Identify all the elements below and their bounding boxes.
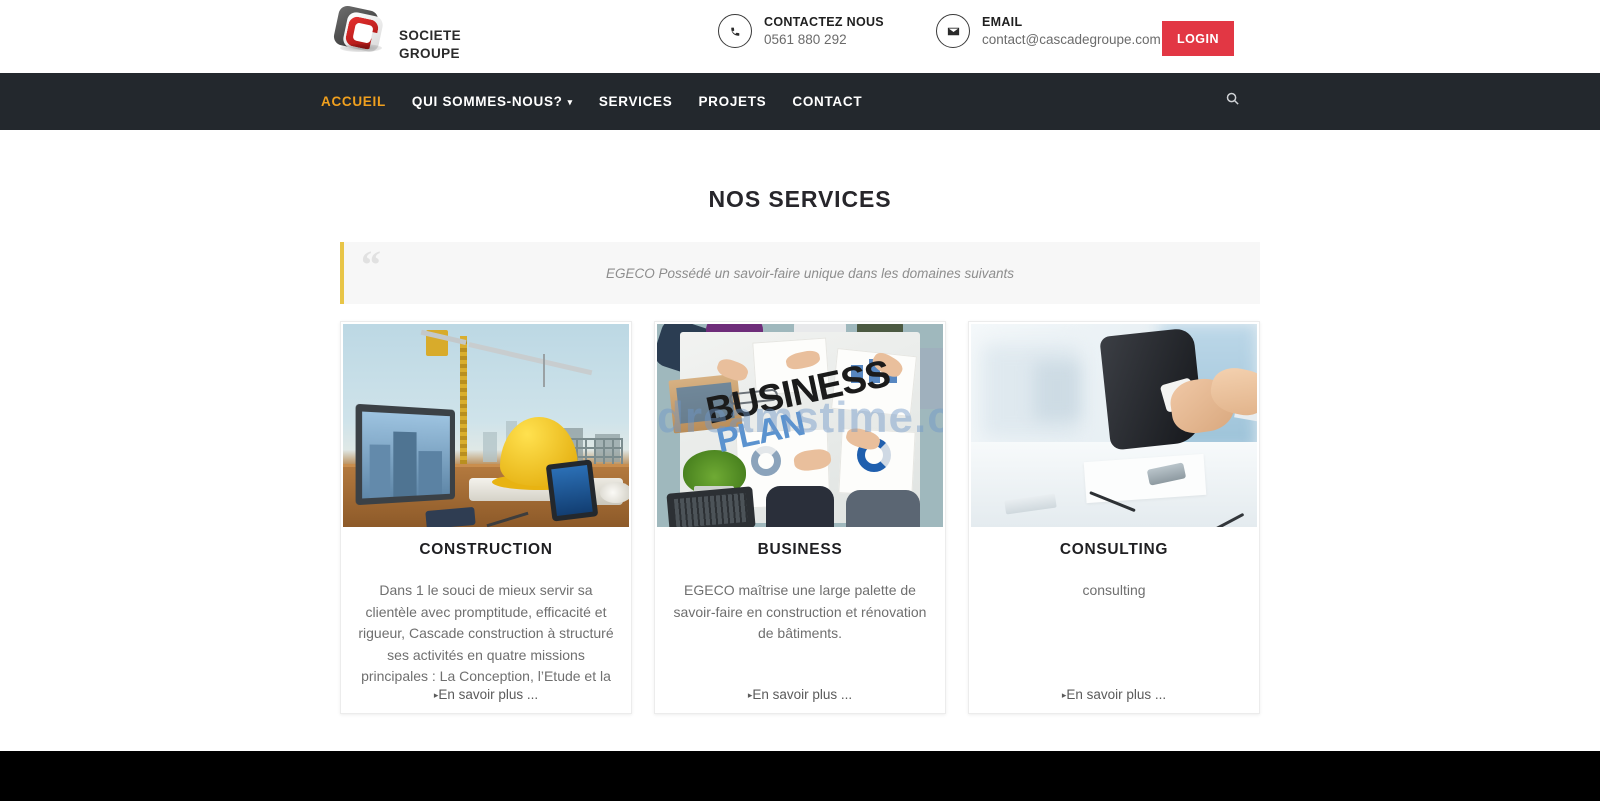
service-card-construction-body: Dans 1 le souci de mieux servir sa clien…	[358, 582, 614, 684]
caret-right-icon: ▸	[433, 690, 439, 700]
nav-item-list: ACCUEIL QUI SOMMES-NOUS? ▾ SERVICES PROJ…	[321, 94, 862, 109]
quote-mark-icon: “	[361, 242, 381, 287]
footer-bar	[0, 751, 1600, 801]
email-contact-block: EMAIL contact@cascadegroupe.com	[936, 14, 1161, 49]
phone-label: CONTACTEZ NOUS	[764, 15, 884, 29]
service-card-business-more-label: En savoir plus ...	[752, 687, 853, 702]
nav-item-qui-sommes-nous[interactable]: QUI SOMMES-NOUS? ▾	[412, 94, 573, 109]
service-card-list: CONSTRUCTION Dans 1 le souci de mieux se…	[340, 321, 1260, 714]
email-label: EMAIL	[982, 15, 1023, 29]
services-blockquote-text: EGECO Possédé un savoir-faire unique dan…	[606, 265, 1014, 281]
brand-name: SOCIETE GROUPE	[399, 5, 461, 63]
business-handshake-office-image	[971, 324, 1257, 527]
service-card-business[interactable]: BUSINESS PLAN dreamstime.com BUSINESS EG…	[654, 321, 946, 714]
chevron-down-icon: ▾	[567, 97, 573, 107]
page-title: NOS SERVICES	[708, 186, 892, 212]
nav-item-services[interactable]: SERVICES	[599, 94, 673, 109]
caret-right-icon: ▸	[1061, 690, 1067, 700]
service-card-business-body: EGECO maîtrise une large palette de savo…	[673, 582, 927, 641]
services-blockquote: “ EGECO Possédé un savoir-faire unique d…	[340, 242, 1260, 304]
search-icon[interactable]	[1221, 87, 1243, 109]
service-card-consulting-more-label: En savoir plus ...	[1066, 687, 1167, 702]
construction-site-tablet-helmet-image	[343, 324, 629, 527]
phone-contact-block: CONTACTEZ NOUS 0561 880 292	[718, 14, 884, 49]
business-plan-meeting-table-image: BUSINESS PLAN dreamstime.com	[657, 324, 943, 527]
service-card-construction-more-link[interactable]: ▸En savoir plus ...	[341, 687, 631, 713]
brand-line-2: GROUPE	[399, 46, 460, 61]
nav-item-qui-sommes-nous-label: QUI SOMMES-NOUS?	[411, 94, 563, 109]
nav-item-contact[interactable]: CONTACT	[792, 94, 862, 109]
service-card-consulting-title: CONSULTING	[1059, 541, 1169, 558]
service-card-consulting-body: consulting	[1082, 582, 1146, 598]
service-card-construction[interactable]: CONSTRUCTION Dans 1 le souci de mieux se…	[340, 321, 632, 714]
caret-right-icon: ▸	[747, 690, 753, 700]
main-content: NOS SERVICES “ EGECO Possédé un savoir-f…	[0, 130, 1600, 751]
nav-item-accueil[interactable]: ACCUEIL	[321, 94, 386, 109]
service-card-business-more-link[interactable]: ▸En savoir plus ...	[655, 687, 945, 713]
cascade-groupe-logo-icon	[332, 4, 390, 64]
nav-item-accueil-label: ACCUEIL	[321, 94, 386, 109]
envelope-icon	[936, 14, 970, 49]
phone-value[interactable]: 0561 880 292	[764, 31, 884, 49]
services-container: “ EGECO Possédé un savoir-faire unique d…	[340, 242, 1260, 714]
main-navigation-bar: ACCUEIL QUI SOMMES-NOUS? ▾ SERVICES PROJ…	[0, 73, 1600, 130]
email-value[interactable]: contact@cascadegroupe.com	[982, 31, 1161, 49]
nav-item-services-label: SERVICES	[598, 94, 673, 109]
nav-item-projets-label: PROJETS	[698, 94, 767, 109]
service-card-construction-more-label: En savoir plus ...	[438, 687, 539, 702]
login-button[interactable]: LOGIN	[1162, 21, 1234, 56]
service-card-consulting[interactable]: CONSULTING consulting ▸En savoir plus ..…	[968, 321, 1260, 714]
brand-logo[interactable]: SOCIETE GROUPE	[332, 4, 461, 64]
brand-line-1: SOCIETE	[399, 27, 462, 43]
service-card-consulting-more-link[interactable]: ▸En savoir plus ...	[969, 687, 1259, 713]
nav-item-projets[interactable]: PROJETS	[698, 94, 766, 109]
phone-icon	[718, 14, 752, 49]
top-header-bar: SOCIETE GROUPE CONTACTEZ NOUS 0561 880 2…	[0, 0, 1600, 73]
nav-item-contact-label: CONTACT	[792, 94, 863, 109]
service-card-construction-title: CONSTRUCTION	[419, 541, 553, 558]
service-card-business-title: BUSINESS	[757, 541, 843, 558]
